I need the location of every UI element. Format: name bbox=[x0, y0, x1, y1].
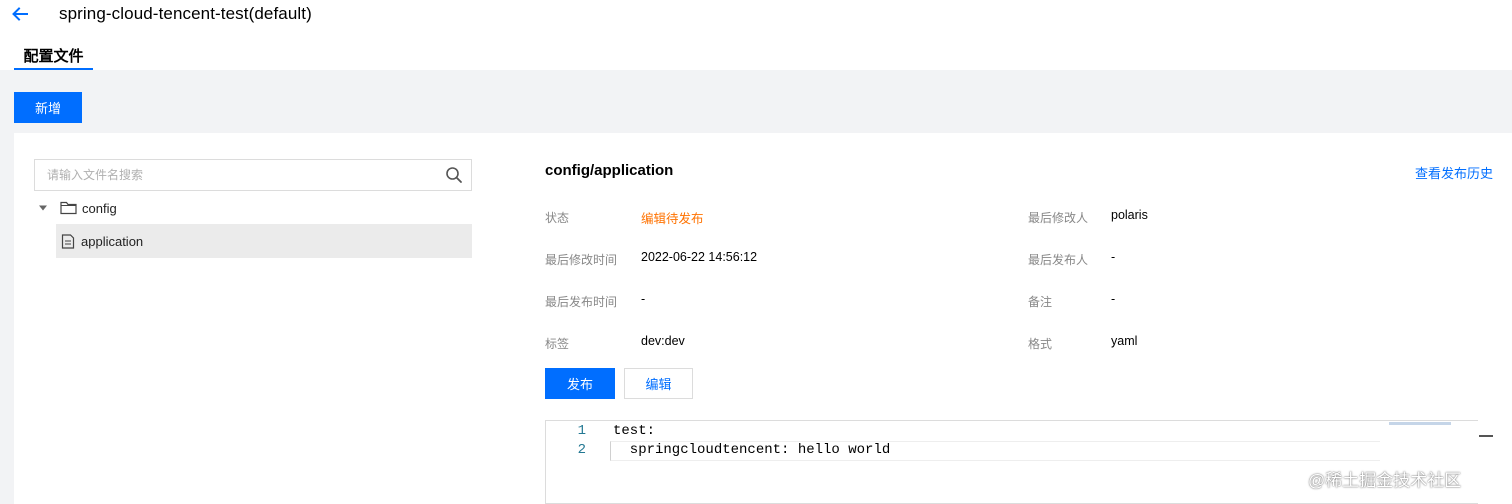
tab-config-files[interactable]: 配置文件 bbox=[14, 40, 93, 70]
edit-button[interactable]: 编辑 bbox=[624, 368, 693, 399]
last-published-time-label: 最后发布时间 bbox=[545, 295, 618, 309]
last-published-time-value: - bbox=[641, 292, 646, 306]
code-line: 1 test: bbox=[546, 422, 1376, 442]
line-text: test: bbox=[613, 423, 656, 439]
file-search-input[interactable] bbox=[35, 160, 435, 190]
tree-file-label: application bbox=[81, 233, 144, 249]
remark-label: 备注 bbox=[1028, 295, 1053, 309]
tree-file-application[interactable]: application bbox=[56, 224, 472, 258]
config-file-title: config/application bbox=[545, 162, 674, 179]
last-publisher-value: - bbox=[1111, 250, 1116, 264]
view-publish-history-link[interactable]: 查看发布历史 bbox=[1415, 163, 1493, 182]
remark-value: - bbox=[1111, 292, 1116, 306]
scrollbar-marker bbox=[1479, 435, 1493, 437]
line-text: springcloudtencent: hello world bbox=[613, 442, 891, 458]
status-label: 状态 bbox=[545, 211, 570, 225]
add-button[interactable]: 新增 bbox=[14, 92, 82, 123]
line-number: 1 bbox=[577, 423, 586, 439]
last-modifier-label: 最后修改人 bbox=[1028, 211, 1089, 225]
tags-label: 标签 bbox=[545, 337, 570, 351]
minimap-slider[interactable] bbox=[1389, 422, 1451, 425]
tags-value: dev:dev bbox=[641, 334, 685, 348]
format-value: yaml bbox=[1111, 334, 1138, 348]
page-title: spring-cloud-tencent-test(default) bbox=[59, 4, 312, 23]
back-button[interactable] bbox=[8, 2, 32, 26]
line-number: 2 bbox=[577, 442, 586, 458]
file-search-box bbox=[34, 159, 472, 191]
status-value: 编辑待发布 bbox=[641, 212, 704, 226]
format-label: 格式 bbox=[1028, 337, 1053, 351]
caret-down-icon[interactable] bbox=[35, 200, 51, 216]
last-publisher-label: 最后发布人 bbox=[1028, 253, 1089, 267]
code-editor[interactable]: 1 test: 2 springcloudtencent: hello worl… bbox=[545, 420, 1493, 504]
code-line: 2 springcloudtencent: hello world bbox=[546, 441, 1380, 461]
last-modified-time-label: 最后修改时间 bbox=[545, 253, 618, 267]
arrow-left-icon bbox=[11, 5, 29, 23]
config-panel: config application config/application 查看… bbox=[14, 133, 1512, 504]
watermark: @稀土掘金技术社区 bbox=[1308, 466, 1461, 491]
last-modifier-value: polaris bbox=[1111, 208, 1148, 222]
search-icon[interactable] bbox=[445, 166, 463, 184]
file-text-icon bbox=[61, 233, 77, 249]
watermark-text: @稀土掘金技术社区 bbox=[1308, 471, 1462, 490]
tree-folder-label: config bbox=[82, 200, 117, 216]
folder-icon bbox=[60, 200, 78, 216]
last-modified-time-value: 2022-06-22 14:56:12 bbox=[641, 250, 758, 264]
publish-button[interactable]: 发布 bbox=[545, 368, 615, 399]
top-bar: spring-cloud-tencent-test(default) 配置文件 bbox=[0, 0, 1512, 70]
tree-folder-config[interactable]: config bbox=[34, 197, 334, 219]
